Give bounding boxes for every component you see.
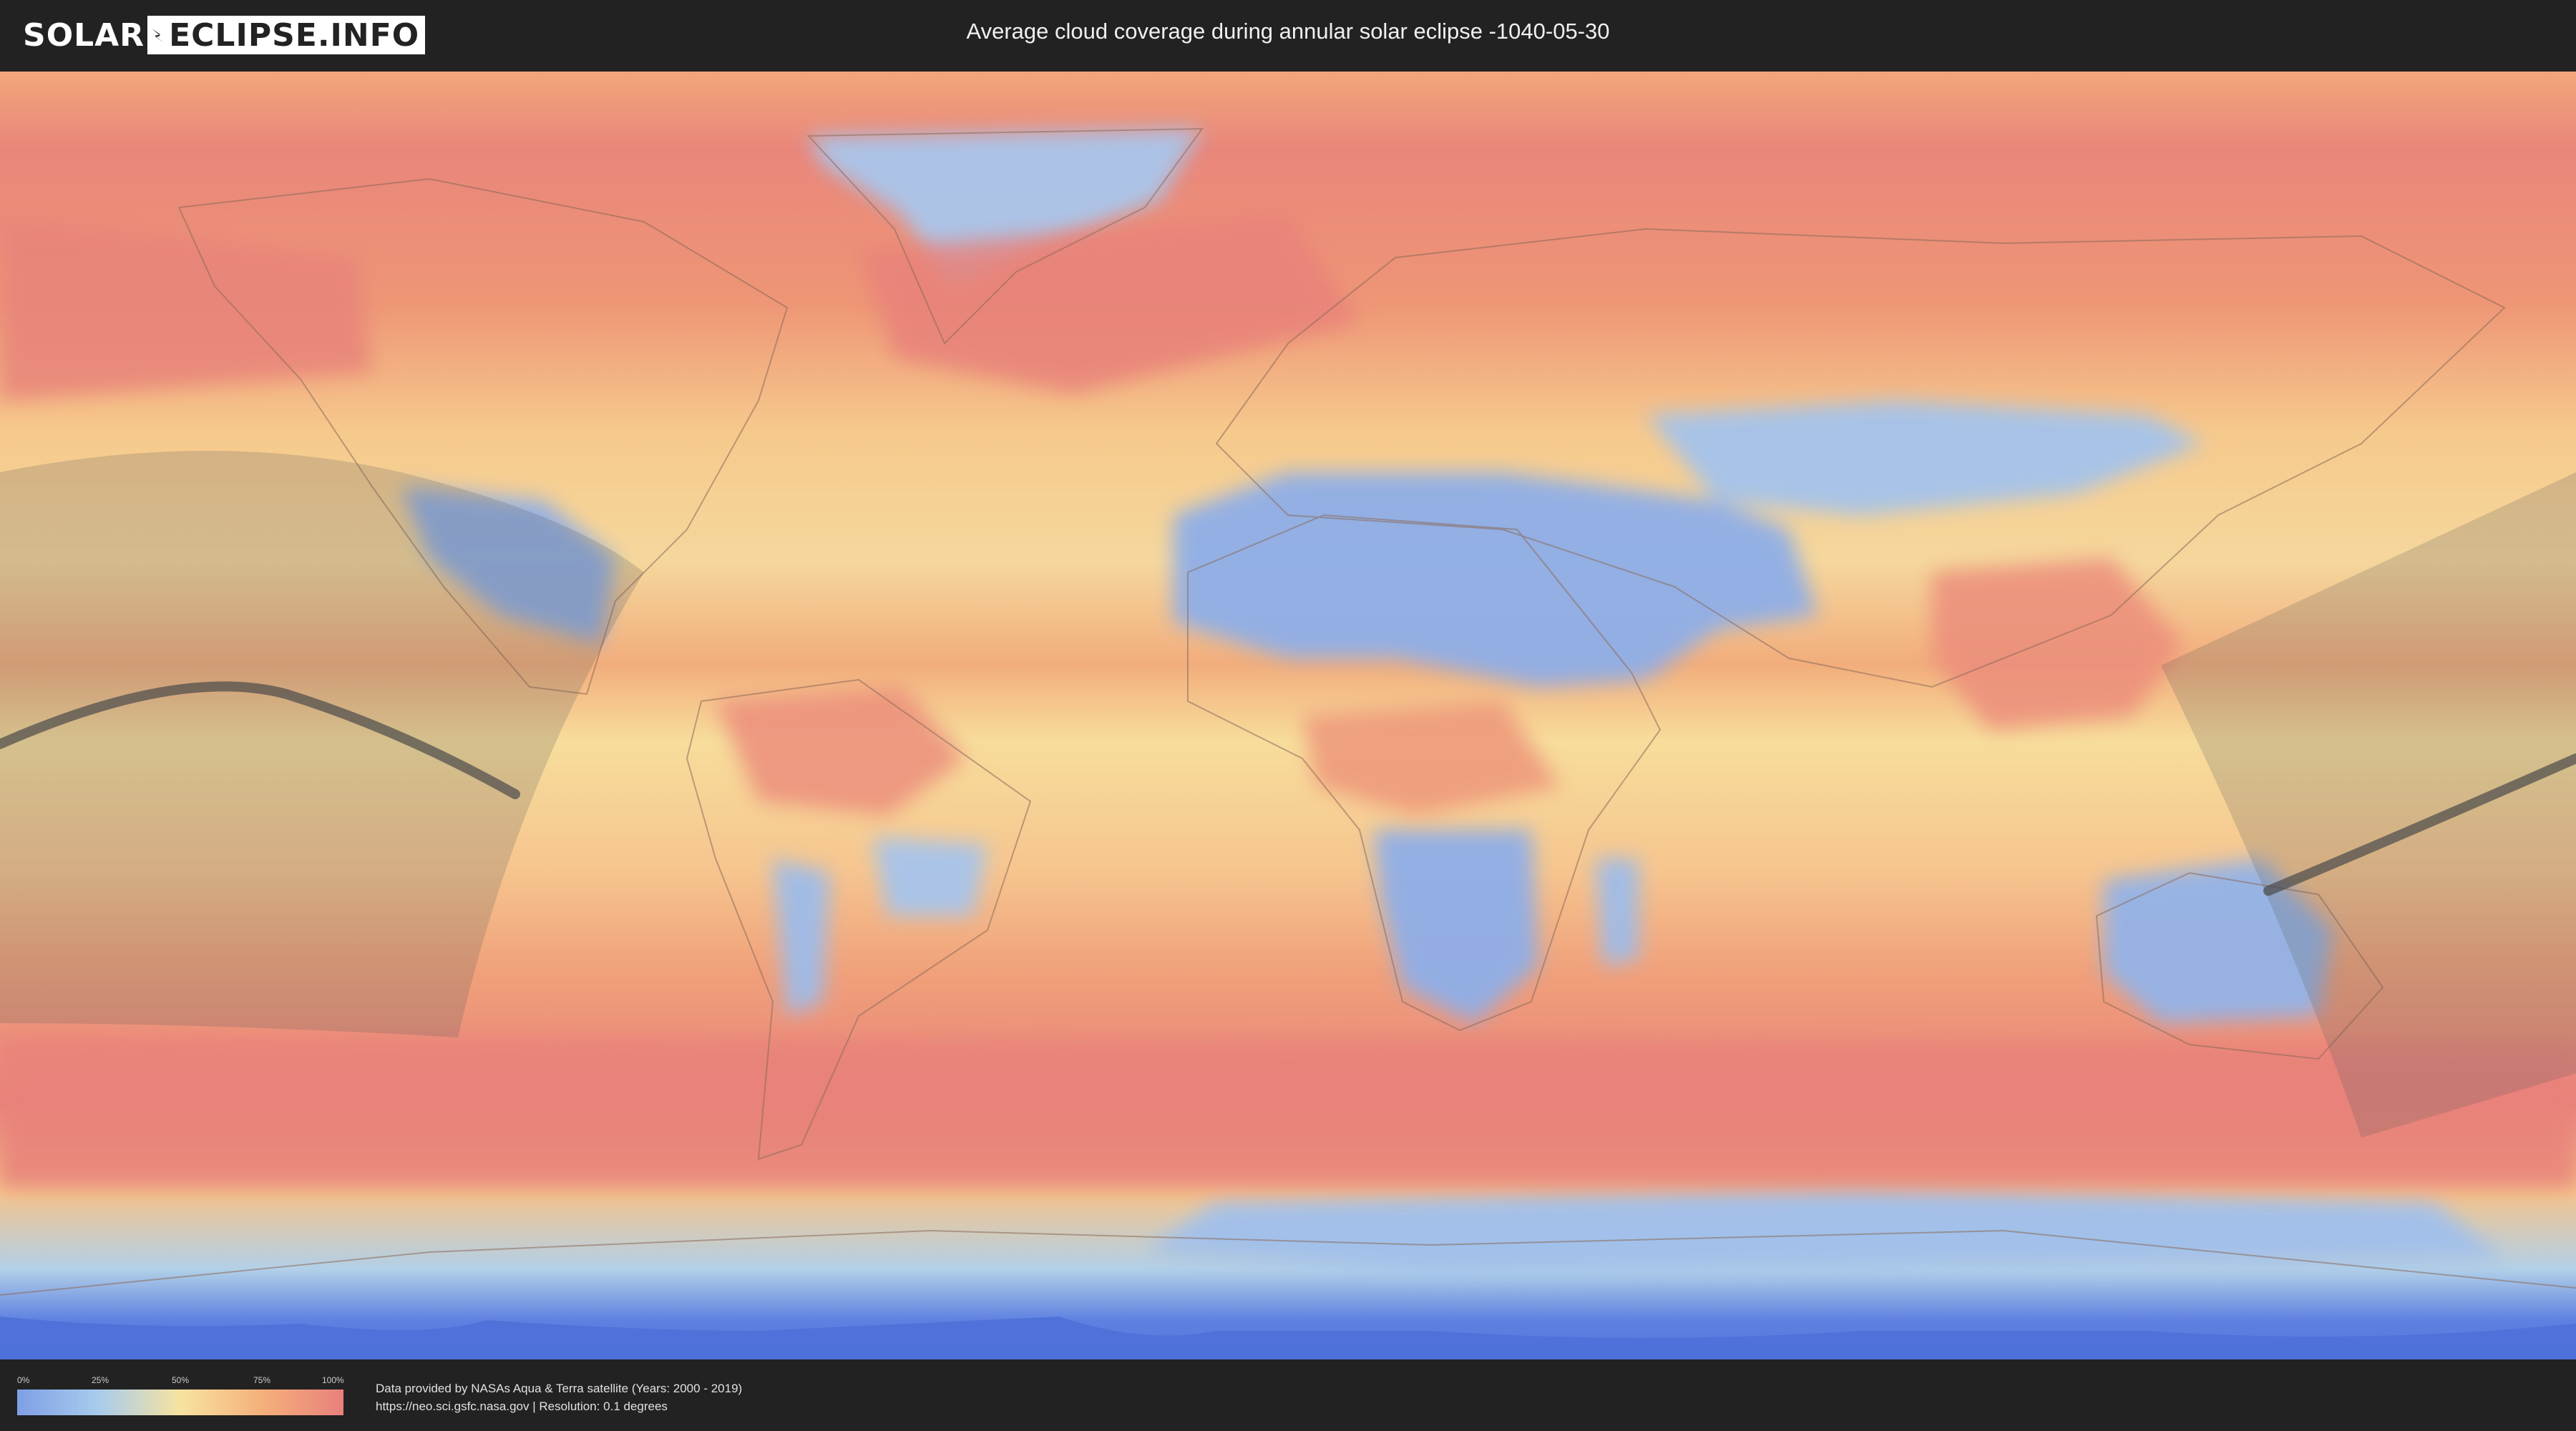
data-credits: Data provided by NASAs Aqua & Terra sate… [376, 1379, 742, 1415]
legend-tick-50: 50% [172, 1375, 190, 1385]
credits-source: Data provided by NASAs Aqua & Terra sate… [376, 1382, 743, 1395]
madagascar-region [1596, 859, 1639, 966]
legend-color-bar [17, 1390, 343, 1415]
legend-tick-25: 25% [92, 1375, 109, 1385]
map-canvas [0, 72, 2576, 1359]
cloud-coverage-map[interactable] [0, 72, 2576, 1359]
coverage-legend: 0% 25% 50% 75% 100% [17, 1375, 344, 1415]
page-title: Average cloud coverage during annular so… [966, 19, 1610, 44]
legend-tick-100: 100% [322, 1375, 344, 1385]
footer-bar: 0% 25% 50% 75% 100% Data provided by NAS… [0, 1359, 2576, 1431]
legend-tick-0: 0% [17, 1375, 30, 1385]
header-bar: SOLAR ECLIPSE.INFO Average cloud coverag… [0, 0, 2576, 72]
legend-tick-75: 75% [253, 1375, 271, 1385]
southern-ocean-band [0, 1037, 2576, 1188]
legend-ticks: 0% 25% 50% 75% 100% [17, 1375, 344, 1387]
brazil-region [873, 837, 987, 916]
credits-link[interactable]: https://neo.sci.gsfc.nasa.gov | Resoluti… [376, 1397, 742, 1415]
